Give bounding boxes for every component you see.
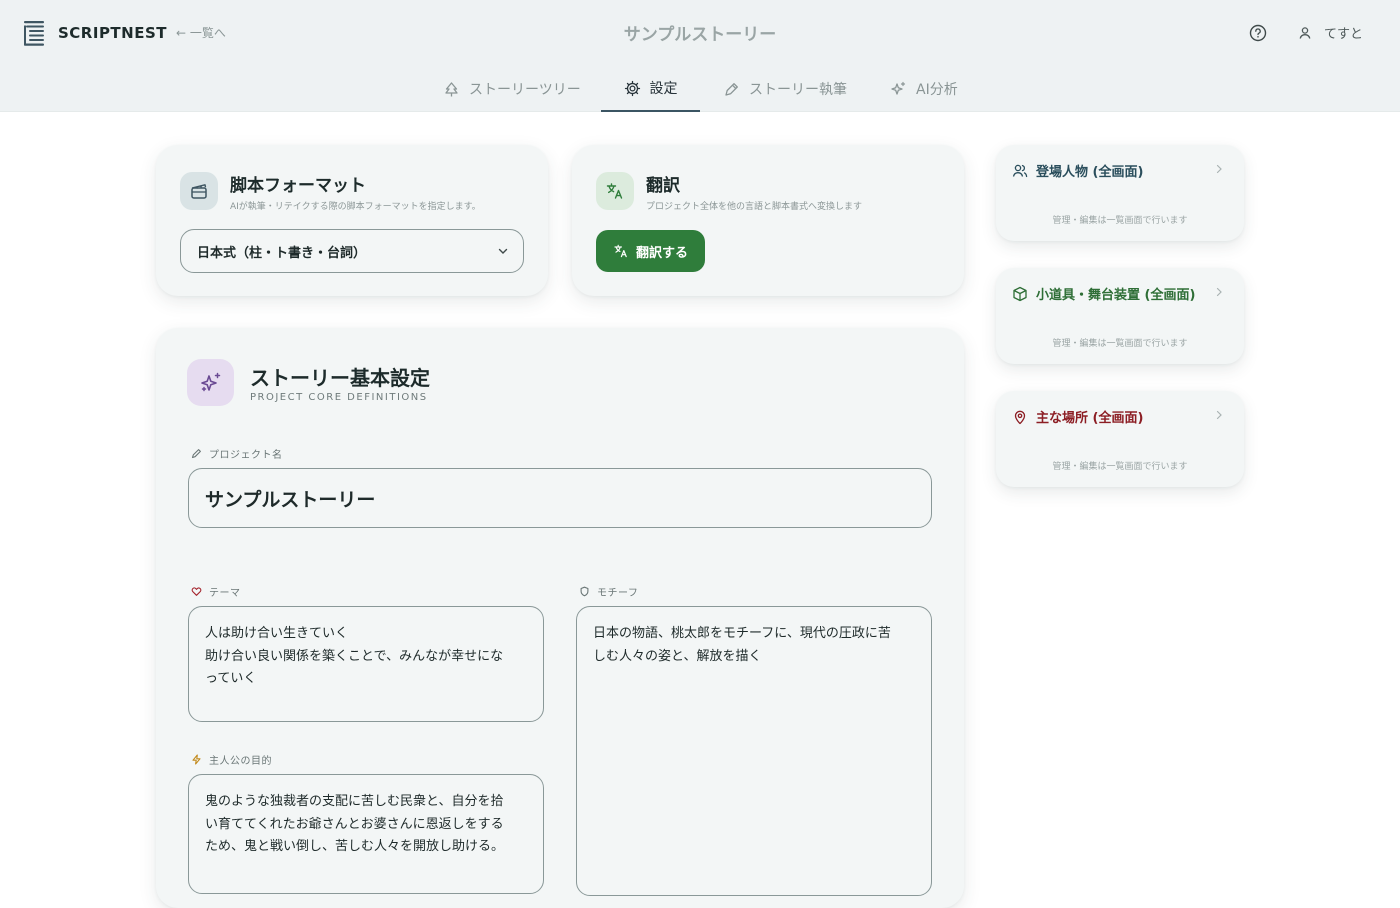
top-bar: SCRIPTNEST ← 一覧へ サンプルストーリー てすと	[0, 0, 1400, 66]
shield-icon	[580, 586, 589, 597]
characters-label: 登場人物 (全画面)	[1036, 165, 1144, 180]
tab-label: ストーリーツリー	[469, 82, 581, 98]
tree-icon	[445, 81, 458, 96]
goal-label: 主人公の目的	[191, 752, 272, 767]
characters-card-head: 登場人物 (全画面)	[1012, 161, 1143, 180]
section-subtitle: PROJECT CORE DEFINITIONS	[250, 392, 428, 403]
characters-note: 管理・編集は一覧画面で行います	[1052, 216, 1188, 226]
help-icon[interactable]	[1248, 23, 1268, 43]
user-icon	[1299, 26, 1311, 39]
pen-icon	[725, 82, 738, 96]
tab-ai-analysis[interactable]: AI分析	[890, 66, 958, 112]
project-name-value: サンプルストーリー	[205, 488, 376, 511]
sparkle-icon	[891, 81, 906, 95]
clapper-icon-badge	[180, 172, 218, 210]
chevron-right-icon	[1216, 410, 1222, 420]
selected-value: 日本式（柱・ト書き・台詞）	[197, 245, 367, 261]
pencil-icon	[191, 449, 201, 459]
translate-icon	[606, 183, 623, 199]
motif-textarea[interactable]: 日本の物語、桃太郎をモチーフに、現代の圧政に苦 しむ人々の姿と、解放を描く	[576, 606, 932, 896]
users-icon	[1012, 164, 1028, 177]
chevron-right-icon	[1216, 164, 1222, 174]
locations-card-head: 主な場所 (全画面)	[1012, 407, 1143, 426]
user-menu[interactable]: てすと	[1298, 23, 1363, 42]
tab-story-tree[interactable]: ストーリーツリー	[443, 66, 581, 112]
clapper-icon	[191, 184, 207, 199]
chevron-right-icon	[1216, 287, 1222, 297]
props-card-head: 小道具・舞台装置 (全画面)	[1012, 284, 1195, 303]
locations-label: 主な場所 (全画面)	[1036, 411, 1144, 426]
project-name-input[interactable]: サンプルストーリー	[188, 468, 932, 528]
motif-label: モチーフ	[579, 584, 638, 599]
logo[interactable]: SCRIPTNEST	[24, 20, 167, 46]
props-label: 小道具・舞台装置 (全画面)	[1036, 288, 1196, 303]
theme-textarea[interactable]: 人は助け合い生きていく 助け合い良い関係を築くことで、みんなが幸せにな っていく	[188, 606, 544, 722]
script-format-select[interactable]: 日本式（柱・ト書き・台詞）	[180, 229, 524, 273]
back-link[interactable]: ← 一覧へ	[176, 24, 226, 41]
translate-icon-badge	[596, 172, 634, 210]
goal-textarea[interactable]: 鬼のような独裁者の支配に苦しむ民衆と、自分を拾 い育ててくれたお爺さんとお婆さん…	[188, 774, 544, 894]
tab-label: AI分析	[916, 82, 958, 98]
card-title: 脚本フォーマット	[230, 176, 366, 196]
map-pin-icon	[1014, 410, 1026, 424]
user-name: てすと	[1324, 27, 1364, 42]
script-format-card: 脚本フォーマット AIが執筆・リテイクする際の脚本フォーマットを指定します。 日…	[156, 145, 548, 296]
section-title: ストーリー基本設定	[250, 366, 430, 390]
project-name-label: プロジェクト名	[191, 446, 283, 461]
gear-icon	[624, 80, 640, 96]
tab-label: ストーリー執筆	[749, 82, 847, 98]
translate-button[interactable]: 翻訳する	[596, 230, 705, 272]
heart-icon	[191, 587, 202, 596]
lightning-icon	[192, 754, 201, 765]
tab-label: 設定	[649, 81, 678, 97]
theme-label: テーマ	[191, 584, 241, 599]
sparkle-icon	[200, 372, 220, 391]
card-subtitle: AIが執筆・リテイクする際の脚本フォーマットを指定します。	[230, 202, 481, 212]
story-core-card: ストーリー基本設定 PROJECT CORE DEFINITIONS プロジェク…	[156, 328, 964, 908]
characters-card[interactable]: 登場人物 (全画面) 管理・編集は一覧画面で行います	[996, 145, 1244, 241]
box-icon	[1013, 286, 1027, 301]
tab-story-writing[interactable]: ストーリー執筆	[723, 66, 847, 112]
tab-bar: ストーリーツリー 設定 ストーリー執筆 AI分析	[0, 66, 1400, 112]
props-card[interactable]: 小道具・舞台装置 (全画面) 管理・編集は一覧画面で行います	[996, 268, 1244, 364]
sparkle-icon-badge	[187, 359, 234, 406]
card-subtitle: プロジェクト全体を他の言語と脚本書式へ変換します	[646, 202, 863, 212]
locations-card[interactable]: 主な場所 (全画面) 管理・編集は一覧画面で行います	[996, 391, 1244, 487]
translation-card: 翻訳 プロジェクト全体を他の言語と脚本書式へ変換します 翻訳する	[572, 145, 964, 296]
card-title: 翻訳	[646, 176, 680, 196]
logo-icon	[24, 21, 44, 46]
translate-button-label: 翻訳する	[635, 245, 688, 261]
tab-settings[interactable]: 設定	[601, 66, 700, 112]
translate-icon	[614, 244, 627, 258]
props-note: 管理・編集は一覧画面で行います	[1052, 339, 1188, 349]
logo-text: SCRIPTNEST	[58, 24, 168, 42]
locations-note: 管理・編集は一覧画面で行います	[1052, 462, 1188, 472]
chevron-down-icon	[498, 248, 508, 254]
